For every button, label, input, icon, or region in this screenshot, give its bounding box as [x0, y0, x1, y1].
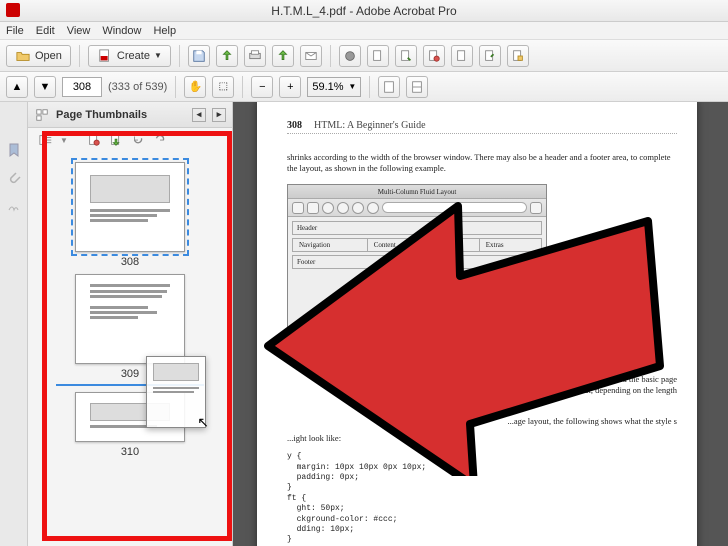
hand-tool-button[interactable]: ✋: [184, 76, 206, 98]
zoom-out-button[interactable]: −: [251, 76, 273, 98]
create-pdf-icon: [97, 48, 113, 64]
menu-file[interactable]: File: [6, 25, 24, 37]
tool4-button[interactable]: [451, 45, 473, 67]
menu-help[interactable]: Help: [153, 25, 176, 37]
bookmark-icon[interactable]: [6, 142, 22, 158]
thumbnail-label: 308: [38, 256, 222, 268]
tool6-button[interactable]: [507, 45, 529, 67]
create-label: Create: [117, 50, 150, 62]
example-col-nav: Navigation: [293, 239, 368, 252]
tool3-button[interactable]: [423, 45, 445, 67]
extract-page-icon[interactable]: [108, 132, 124, 148]
rotate-cw-icon[interactable]: [152, 132, 168, 148]
menu-edit[interactable]: Edit: [36, 25, 55, 37]
folder-open-icon: [15, 48, 31, 64]
save-button[interactable]: [188, 45, 210, 67]
panel-toolbar: ▼: [28, 128, 232, 152]
drag-cursor-icon: ↖: [197, 414, 209, 431]
panel-header: Page Thumbnails ◂ ▸: [28, 102, 232, 128]
panel-options-icon[interactable]: [38, 132, 54, 148]
zoom-value: 59.1%: [312, 81, 343, 93]
page-total-label: (333 of 539): [108, 81, 167, 93]
body-text: ...point to help you build the basic pag…: [287, 374, 677, 396]
main-toolbar: Open Create ▼: [0, 40, 728, 72]
running-head: HTML: A Beginner's Guide: [314, 120, 426, 131]
export-button[interactable]: [216, 45, 238, 67]
titlebar: H.T.M.L_4.pdf - Adobe Acrobat Pro: [0, 0, 728, 22]
body-paragraph: shrinks according to the width of the br…: [287, 152, 677, 174]
zoom-in-button[interactable]: +: [279, 76, 301, 98]
send-button[interactable]: [272, 45, 294, 67]
tool2-button[interactable]: [395, 45, 417, 67]
app-icon: [6, 3, 20, 17]
menubar: File Edit View Window Help: [0, 22, 728, 40]
menu-window[interactable]: Window: [102, 25, 141, 37]
open-label: Open: [35, 50, 62, 62]
create-button[interactable]: Create ▼: [88, 45, 171, 67]
select-tool-button[interactable]: ⬚: [212, 76, 234, 98]
email-button[interactable]: [300, 45, 322, 67]
dropdown-icon: ▼: [154, 51, 162, 60]
thumbnails-list[interactable]: 308 309 310: [28, 152, 232, 546]
plus-icon: +: [287, 81, 293, 93]
panel-prev-button[interactable]: ◂: [192, 108, 206, 122]
thumbnail-309[interactable]: [75, 274, 185, 364]
drag-ghost: ↖: [146, 356, 206, 428]
document-view[interactable]: 308 HTML: A Beginner's Guide shrinks acc…: [233, 102, 728, 546]
tool5-button[interactable]: [479, 45, 501, 67]
example-col-extras: Extras: [479, 239, 541, 252]
thumbnail-label: 310: [38, 446, 222, 458]
cursor-icon: ⬚: [219, 81, 228, 92]
panel-title: Page Thumbnails: [56, 109, 147, 121]
delete-page-icon[interactable]: [86, 132, 102, 148]
code-block: y { margin: 10px 10px 0px 10px; padding:…: [287, 452, 677, 546]
arrow-up-icon: ▲: [12, 81, 23, 93]
minus-icon: −: [259, 81, 265, 93]
settings-button[interactable]: [339, 45, 361, 67]
fit-page-button[interactable]: [378, 76, 400, 98]
example-footer: Footer: [292, 255, 542, 269]
hand-icon: ✋: [188, 80, 202, 93]
nav-toolbar: ▲ ▼ (333 of 539) ✋ ⬚ − + 59.1% ▼: [0, 72, 728, 102]
browser-title: Multi-Column Fluid Layout: [288, 185, 546, 199]
signature-icon[interactable]: [6, 198, 22, 214]
page-up-button[interactable]: ▲: [6, 76, 28, 98]
tool1-button[interactable]: [367, 45, 389, 67]
panel-next-button[interactable]: ▸: [212, 108, 226, 122]
rotate-ccw-icon[interactable]: [130, 132, 146, 148]
page-number-input[interactable]: [62, 77, 102, 97]
fit-width-button[interactable]: [406, 76, 428, 98]
page-number: 308: [287, 120, 302, 131]
arrow-down-icon: ▼: [40, 81, 51, 93]
example-header: Header: [292, 221, 542, 235]
attachment-icon[interactable]: [6, 170, 22, 186]
thumbnails-icon: [34, 107, 50, 123]
sidebar-icon-strip: [0, 102, 28, 546]
pdf-page: 308 HTML: A Beginner's Guide shrinks acc…: [257, 102, 697, 546]
menu-view[interactable]: View: [67, 25, 91, 37]
example-browser-window: Multi-Column Fluid Layout Header Navigat…: [287, 184, 547, 334]
print-button[interactable]: [244, 45, 266, 67]
example-col-content: Content: [367, 239, 479, 252]
open-button[interactable]: Open: [6, 45, 71, 67]
chevron-down-icon: ▼: [348, 82, 356, 91]
code-intro: ...ight look like:: [287, 433, 677, 444]
zoom-level-select[interactable]: 59.1% ▼: [307, 77, 361, 97]
thumbnail-item[interactable]: 308: [38, 162, 222, 268]
thumbnails-panel: Page Thumbnails ◂ ▸ ▼ 308: [28, 102, 233, 546]
title-text: H.T.M.L_4.pdf - Adobe Acrobat Pro: [271, 4, 456, 18]
page-down-button[interactable]: ▼: [34, 76, 56, 98]
body-text: ...age layout, the following shows what …: [287, 416, 677, 427]
thumbnail-308[interactable]: [75, 162, 185, 252]
